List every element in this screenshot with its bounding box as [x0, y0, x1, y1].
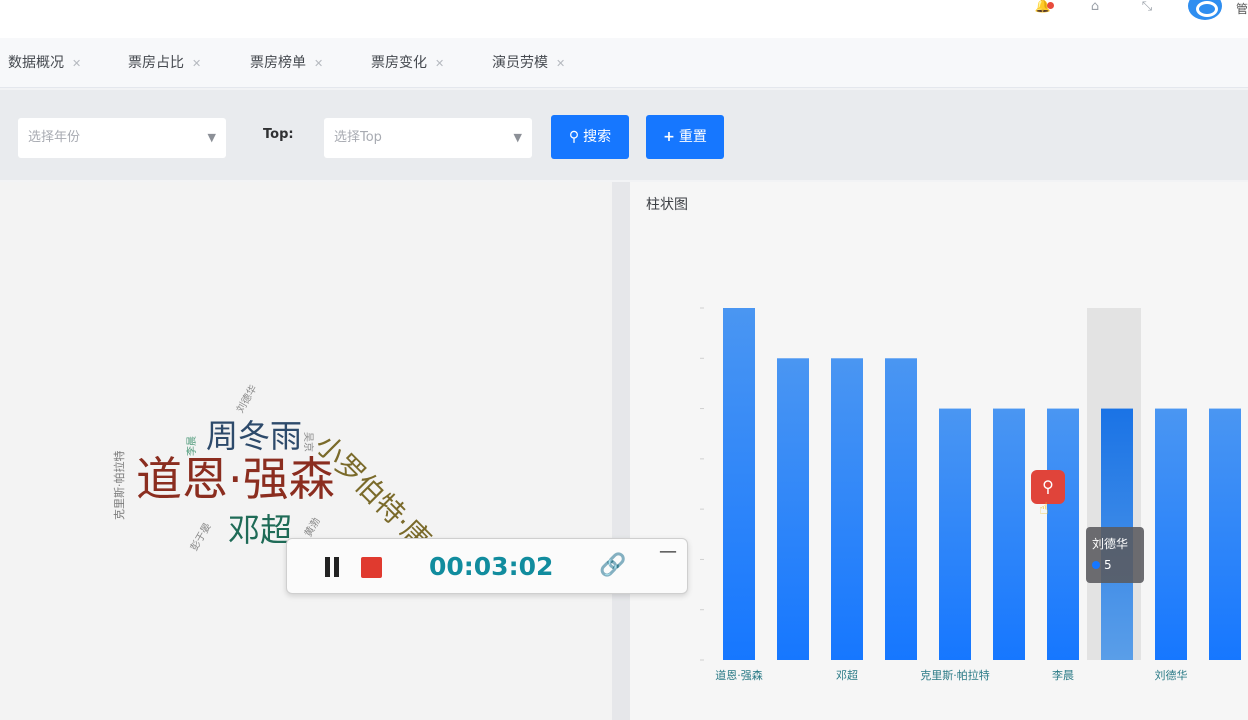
search-button-label: 搜索	[583, 129, 612, 145]
bell-icon[interactable]: 🔔	[1034, 0, 1054, 14]
chart-bar[interactable]	[1209, 408, 1241, 660]
tab-data-overview[interactable]: 数据概况 ✕	[8, 52, 81, 74]
notification-dot	[1047, 2, 1054, 9]
chart-bar[interactable]	[1155, 408, 1187, 660]
chart-bar[interactable]	[723, 308, 755, 660]
chart-bar[interactable]	[993, 408, 1025, 660]
x-axis-label: 道恩·强森	[715, 668, 763, 682]
panel-divider	[612, 182, 630, 720]
avatar-username[interactable]: 管	[1236, 0, 1248, 17]
close-icon[interactable]: ✕	[314, 57, 323, 70]
x-axis-label: 邓超	[836, 668, 858, 682]
tab-actor-workhorse[interactable]: 演员劳模 ✕	[492, 52, 565, 74]
wordcloud-word[interactable]: 道恩·强森	[136, 456, 335, 502]
chart-bar[interactable]	[1047, 408, 1079, 660]
chart-bar[interactable]	[939, 408, 971, 660]
tab-label: 票房榜单	[250, 55, 306, 71]
tab-label: 数据概况	[8, 55, 64, 71]
top-header: 🔔 ⌂ ⤡ 管	[0, 0, 1248, 38]
wordcloud-word[interactable]: 吴京	[302, 432, 313, 452]
wordcloud-word[interactable]: 周冬雨	[206, 420, 302, 452]
tooltip-series-dot	[1092, 561, 1100, 569]
x-axis-label: 刘德华	[1155, 668, 1188, 682]
close-icon[interactable]: ✕	[556, 57, 565, 70]
close-icon[interactable]: ✕	[192, 57, 201, 70]
expand-icon[interactable]: ⤡	[1138, 0, 1156, 14]
top-label: Top:	[263, 127, 294, 142]
tooltip-value: 5	[1104, 558, 1112, 572]
link-icon[interactable]: 🔗	[599, 553, 626, 578]
year-select-placeholder: 选择年份	[28, 130, 81, 145]
screen-recorder: 00:03:02 🔗 —	[286, 538, 688, 594]
year-select[interactable]: 选择年份 ▼	[18, 118, 226, 158]
bar-chart: 道恩·强森 邓超 克里斯·帕拉特 李晨 刘德华	[700, 307, 1241, 682]
pause-icon[interactable]	[323, 557, 341, 577]
close-icon[interactable]: ✕	[72, 57, 81, 70]
plus-icon: +	[663, 129, 675, 145]
avatar[interactable]	[1188, 0, 1222, 20]
stop-icon[interactable]	[361, 557, 382, 578]
minimize-icon[interactable]: —	[659, 541, 677, 562]
reset-button-label: 重置	[678, 129, 707, 145]
pointer-icon: ☝	[1039, 499, 1049, 518]
wordcloud-word[interactable]: 李晨	[187, 436, 198, 456]
filter-bar: 选择年份 ▼ Top: 选择Top ▼ ⚲ 搜索 + 重置	[0, 90, 1248, 180]
chart-bar[interactable]	[831, 358, 863, 660]
tab-label: 票房变化	[371, 55, 427, 71]
chevron-down-icon: ▼	[207, 131, 216, 144]
tab-bar: 数据概况 ✕ 票房占比 ✕ 票房榜单 ✕ 票房变化 ✕ 演员劳模 ✕	[0, 38, 1248, 88]
tag-icon[interactable]: ⌂	[1086, 0, 1104, 14]
tab-box-office-share[interactable]: 票房占比 ✕	[128, 52, 201, 74]
hover-cursor-icon: ⚲ ☝	[1031, 470, 1065, 518]
search-button[interactable]: ⚲ 搜索	[551, 115, 629, 159]
search-icon: ⚲	[568, 129, 580, 145]
tab-box-office-ranking[interactable]: 票房榜单 ✕	[250, 52, 323, 74]
x-axis-label: 李晨	[1052, 668, 1074, 682]
x-axis-label: 克里斯·帕拉特	[920, 668, 990, 682]
tab-box-office-change[interactable]: 票房变化 ✕	[371, 52, 444, 74]
top-select[interactable]: 选择Top ▼	[324, 118, 532, 158]
reset-button[interactable]: + 重置	[646, 115, 724, 159]
close-icon[interactable]: ✕	[435, 57, 444, 70]
recording-timer: 00:03:02	[429, 552, 554, 581]
top-select-placeholder: 选择Top	[334, 130, 382, 145]
tooltip-name: 刘德华	[1092, 537, 1129, 551]
chevron-down-icon: ▼	[513, 131, 522, 144]
chart-panel-title: 柱状图	[646, 197, 688, 213]
chart-bar[interactable]	[777, 358, 809, 660]
wordcloud-word[interactable]: 邓超	[228, 514, 292, 546]
wordcloud-word[interactable]: 克里斯·帕拉特	[113, 451, 126, 521]
chart-bar[interactable]	[885, 358, 917, 660]
tab-label: 票房占比	[128, 55, 184, 71]
chart-tooltip: 刘德华 5	[1086, 527, 1144, 583]
tab-label: 演员劳模	[492, 55, 548, 71]
